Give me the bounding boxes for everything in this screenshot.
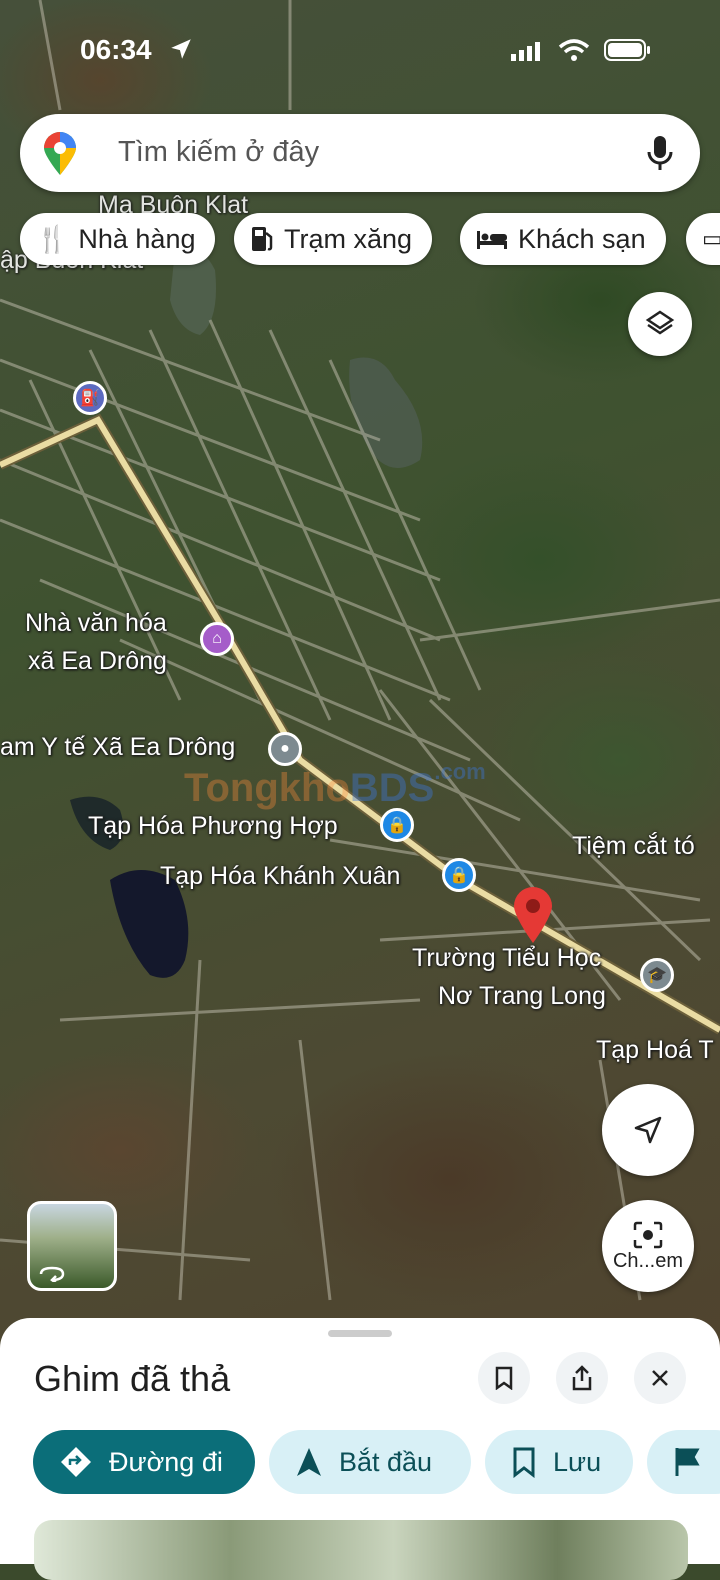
place-photo[interactable] (34, 1520, 688, 1580)
save-button[interactable]: Lưu (485, 1430, 633, 1494)
watermark: TongkhoBDS.com (184, 759, 486, 811)
close-icon (652, 1370, 668, 1386)
navigation-arrow-icon (634, 1116, 662, 1144)
cellular-signal-icon (511, 42, 540, 61)
chip-gas-stations[interactable]: Trạm xăng (234, 213, 433, 265)
save-bookmark-button[interactable] (478, 1352, 530, 1404)
navigation-arrow-icon (297, 1448, 321, 1476)
map-label-health-station[interactable]: am Y tế Xã Ea Drông (0, 733, 235, 762)
chip-label: Khách sạn (518, 223, 646, 254)
gas-station-icon (252, 227, 273, 251)
bookmark-icon (495, 1366, 513, 1390)
share-button[interactable] (556, 1352, 608, 1404)
map-label-school-2[interactable]: Nơ Trang Long (438, 982, 606, 1011)
search-bar[interactable]: Tìm kiếm ở đây (20, 114, 700, 192)
chip-label: Nhà hàng (78, 223, 196, 254)
dropped-pin-icon[interactable] (512, 885, 554, 945)
status-bar: 06:34 (0, 34, 720, 74)
chip-label: Trạm xăng (284, 223, 413, 254)
save-label: Lưu (553, 1446, 602, 1477)
flag-icon (675, 1448, 700, 1476)
watermark-part2: BDS (349, 766, 435, 810)
start-label: Bắt đầu (339, 1446, 433, 1477)
sheet-title: Ghim đã thả (34, 1358, 231, 1399)
map-label-cultural-house[interactable]: Nhà văn hóa (25, 609, 167, 638)
lens-button[interactable]: Ch...em (602, 1200, 694, 1292)
directions-label: Đường đi (109, 1446, 223, 1477)
chip-hotels[interactable]: Khách sạn (460, 213, 666, 265)
share-icon (572, 1365, 592, 1391)
close-button[interactable] (634, 1352, 686, 1404)
camera-lens-icon (633, 1221, 663, 1248)
shopping-poi-icon-2[interactable]: 🔒 (442, 858, 476, 892)
microphone-icon[interactable] (646, 134, 674, 172)
map-label-shop-phuong-hop[interactable]: Tạp Hóa Phương Hợp (88, 812, 338, 841)
bookmark-icon (513, 1447, 535, 1478)
health-station-poi-icon[interactable]: ● (268, 732, 302, 766)
directions-button[interactable]: Đường đi (33, 1430, 255, 1494)
restaurant-icon: 🍴 (36, 223, 69, 254)
search-input[interactable]: Tìm kiếm ở đây (118, 136, 319, 169)
map-label-shop-khanh-xuan[interactable]: Tạp Hóa Khánh Xuân (160, 862, 400, 891)
status-time: 06:34 (80, 34, 152, 65)
hotel-icon (477, 231, 507, 249)
layers-icon (645, 310, 675, 335)
location-arrow-icon (171, 39, 191, 59)
map-label-barber[interactable]: Tiệm cắt tó (572, 832, 695, 861)
wifi-icon (558, 39, 590, 61)
shopping-poi-icon[interactable]: 🔒 (380, 808, 414, 842)
street-view-thumbnail[interactable] (27, 1201, 117, 1291)
start-button[interactable]: Bắt đầu (269, 1430, 471, 1494)
google-maps-logo-icon (44, 132, 76, 175)
label-button[interactable] (647, 1430, 720, 1494)
cultural-house-poi-icon[interactable]: ⌂ (200, 622, 234, 656)
map-label-cultural-house-2[interactable]: xã Ea Drông (28, 647, 167, 676)
bottom-sheet[interactable]: Ghim đã thả Đường đi Bắt đầu Lưu (0, 1318, 720, 1580)
watermark-part1: Tongkho (184, 766, 350, 810)
directions-icon (61, 1447, 91, 1477)
gas-station-poi-icon[interactable]: ⛽ (73, 381, 107, 415)
map-label-school[interactable]: Trường Tiểu Học (412, 944, 601, 973)
sheet-drag-handle[interactable] (328, 1330, 392, 1337)
school-poi-icon[interactable]: 🎓 (640, 958, 674, 992)
my-location-button[interactable] (602, 1084, 694, 1176)
laptop-icon: ▭ (702, 226, 720, 251)
map-label-shop-3[interactable]: Tạp Hoá T (596, 1036, 714, 1065)
layers-button[interactable] (628, 292, 692, 356)
watermark-suffix: .com (434, 759, 486, 784)
lens-label: Ch...em (612, 1249, 684, 1272)
battery-icon (604, 39, 650, 61)
rotate-360-icon (39, 1266, 65, 1282)
chip-restaurants[interactable]: 🍴 Nhà hàng (20, 213, 216, 265)
